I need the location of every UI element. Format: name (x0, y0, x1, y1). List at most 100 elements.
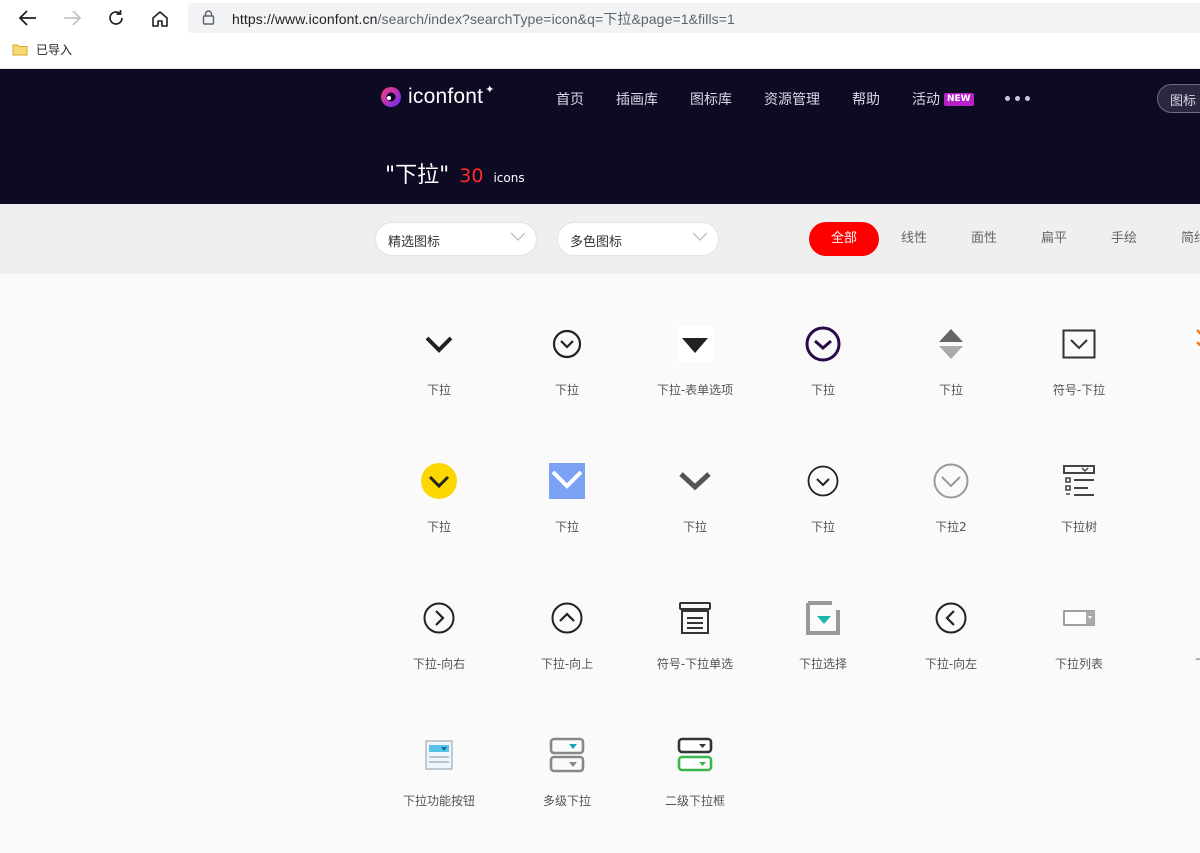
multicolor-icons-select[interactable]: 多色图标 (557, 222, 719, 256)
icon-card[interactable]: 下拉列表 (1015, 548, 1143, 685)
icon-card[interactable]: 下拉 (1143, 548, 1200, 685)
circle-chevron-right-icon (421, 600, 457, 636)
nav-item-activities[interactable]: 活动 NEW (912, 89, 974, 109)
icon-card[interactable]: 下拉功能按钮 (375, 685, 503, 822)
nav-item-help[interactable]: 帮助 (852, 89, 880, 109)
icon-label: 下拉-向右 (412, 657, 466, 671)
icon-label: 下拉 (554, 383, 579, 397)
chevron-down-icon (510, 232, 526, 241)
icon-card[interactable]: 下拉选择 (759, 548, 887, 685)
icon-label: 下拉-向左 (924, 657, 978, 671)
nav-item-home[interactable]: 首页 (556, 89, 584, 109)
icon-card[interactable]: 下拉 (759, 411, 887, 548)
tab-linear[interactable]: 线性 (879, 222, 949, 256)
icon-label: 符号-下拉 (1052, 383, 1106, 397)
tab-hand-drawn[interactable]: 手绘 (1089, 222, 1159, 256)
logo-text: iconfont (408, 85, 484, 108)
purple-circle-chevron-down-icon (805, 326, 841, 362)
icon-label: 下拉功能按钮 (402, 794, 475, 808)
search-type-button[interactable]: 图标 (1157, 84, 1200, 113)
forward-button[interactable] (58, 4, 86, 32)
back-button[interactable] (14, 4, 42, 32)
icon-card[interactable]: 下拉-向上 (503, 548, 631, 685)
address-bar[interactable]: https://www.iconfont.cn/search/index?sea… (188, 3, 1200, 33)
icon-card[interactable]: 下拉 (759, 274, 887, 411)
icon-label: 下拉列表 (1054, 657, 1103, 671)
icon-label: 符号-下拉单选 (656, 657, 734, 671)
home-icon (152, 10, 168, 27)
refresh-icon (109, 10, 123, 25)
filter-bar: 精选图标 多色图标 全部 线性 面性 扁平 手绘 简约 (0, 204, 1200, 274)
icon-card[interactable]: 符号-下拉 (1015, 274, 1143, 411)
circle-chevron-down-icon (549, 326, 585, 362)
select-value: 多色图标 (570, 235, 623, 250)
style-tabs: 全部 线性 面性 扁平 手绘 简约 (809, 222, 1200, 256)
nav-label: 资源管理 (764, 92, 820, 108)
url-path: /search/index?searchType=icon&q=下拉&page=… (377, 11, 735, 27)
select-value: 精选图标 (388, 235, 441, 250)
curated-icons-select[interactable]: 精选图标 (375, 222, 537, 256)
circle-chevron-left-icon (933, 600, 969, 636)
iconfont-logo[interactable]: iconfont ✦ (380, 83, 498, 109)
icon-card[interactable]: 下拉 (375, 411, 503, 548)
icon-label: 下 (1143, 518, 1200, 535)
icon-card[interactable]: 下拉 (503, 411, 631, 548)
icon-card[interactable]: 下拉-向左 (887, 548, 1015, 685)
tab-flat[interactable]: 扁平 (1019, 222, 1089, 256)
icon-card[interactable]: 二级下拉框 (631, 685, 759, 822)
single-select-list-icon (677, 600, 713, 636)
arrow-right-icon (64, 10, 81, 26)
url-host: https://www.iconfont.cn (232, 11, 378, 27)
icon-label: 下拉 (1143, 655, 1200, 672)
icon-card[interactable]: 下拉-表单选项 (631, 274, 759, 411)
icon-card[interactable]: 下拉 (631, 411, 759, 548)
icon-label: 下拉2 (935, 520, 967, 534)
nav-item-icon-library[interactable]: 图标库 (690, 89, 732, 109)
bookmark-folder[interactable]: 已导入 (12, 41, 72, 58)
new-badge: NEW (944, 92, 974, 106)
dropdown-function-button-icon (421, 737, 457, 773)
icon-card[interactable]: 下拉 (503, 274, 631, 411)
icon-label: 下拉 (426, 520, 451, 534)
home-button[interactable] (146, 4, 174, 32)
nav-item-resource-management[interactable]: 资源管理 (764, 89, 820, 109)
icon-label: 下拉-表单选项 (656, 383, 734, 397)
search-type-label: 图标 (1170, 94, 1197, 109)
icon-card[interactable]: 下拉2 (887, 411, 1015, 548)
top-nav: 首页 插画库 图标库 资源管理 帮助 活动 NEW (556, 89, 1006, 109)
icon-card[interactable]: 多级下拉 (503, 685, 631, 822)
icon-card[interactable]: 下 (1143, 411, 1200, 548)
teal-select-box-icon (805, 600, 841, 636)
circle-chevron-up-icon (549, 600, 585, 636)
thin-circle-chevron-down-icon (805, 463, 841, 499)
icon-label: 多级下拉 (542, 794, 591, 808)
result-count: 30 (459, 165, 484, 187)
more-menu-icon[interactable] (1005, 96, 1030, 101)
tab-all[interactable]: 全部 (809, 222, 879, 256)
icon-label: 下拉-向上 (540, 657, 594, 671)
list-box-icon (1189, 463, 1200, 499)
tab-filled[interactable]: 面性 (949, 222, 1019, 256)
tab-simple[interactable]: 简约 (1159, 222, 1200, 256)
two-level-dropdown-box-icon (677, 737, 713, 773)
tree-list-icon (1061, 463, 1097, 499)
sort-arrows-icon (933, 326, 969, 362)
icon-card[interactable]: 下拉 (887, 274, 1015, 411)
url-text: https://www.iconfont.cn/search/index?sea… (232, 9, 735, 29)
icon-card[interactable]: 符号-下拉单选 (631, 548, 759, 685)
icon-card[interactable]: 下拉-向右 (375, 548, 503, 685)
yellow-circle-chevron-icon (421, 463, 457, 499)
nav-label: 图标库 (690, 92, 732, 108)
icon-card[interactable]: 下 (1143, 274, 1200, 411)
nav-item-illustrations[interactable]: 插画库 (616, 89, 658, 109)
refresh-button[interactable] (102, 4, 130, 32)
arrow-left-icon (19, 10, 36, 26)
icon-label: 下拉 (810, 383, 835, 397)
icon-label: 下拉选择 (798, 657, 847, 671)
icon-card[interactable]: 下拉 (375, 274, 503, 411)
blue-square-chevron-icon (549, 463, 585, 499)
dropdown-list-field-icon (1061, 600, 1097, 636)
icon-label: 下 (1143, 381, 1200, 398)
icon-card[interactable]: 下拉树 (1015, 411, 1143, 548)
icon-label: 下拉 (554, 520, 579, 534)
